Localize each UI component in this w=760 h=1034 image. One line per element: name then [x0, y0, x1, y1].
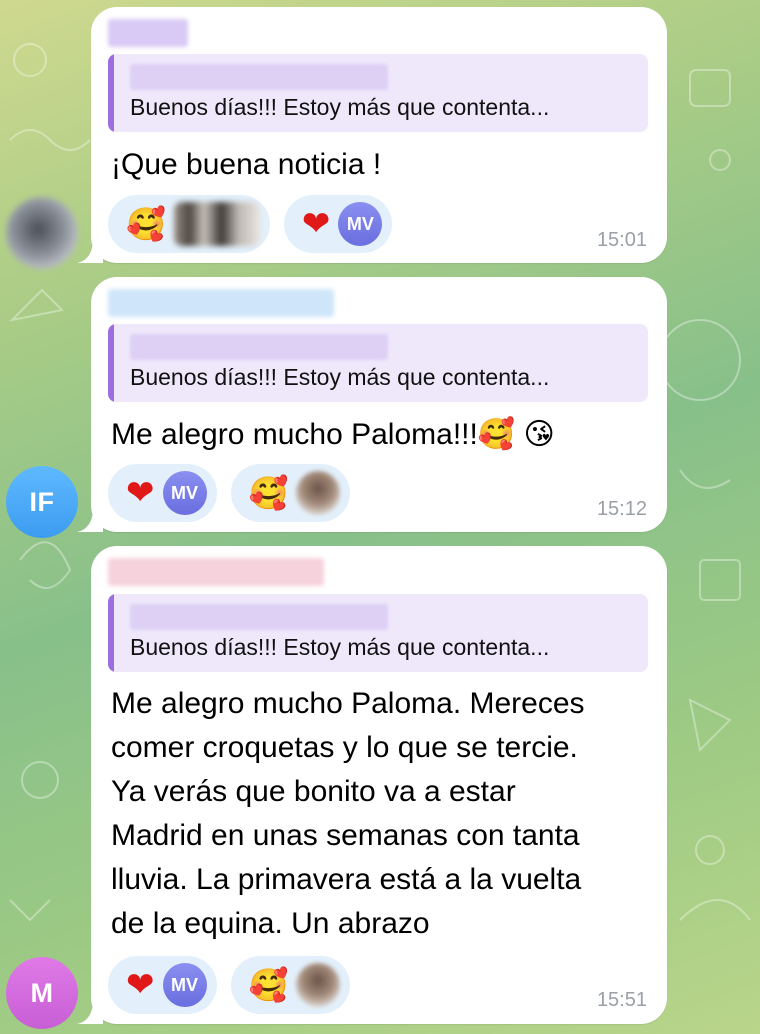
- message-time: 15:12: [596, 498, 647, 520]
- reaction-chip[interactable]: ❤ MV: [283, 195, 393, 253]
- message-line: lluvia. La primavera está a la vuelta: [111, 863, 582, 896]
- bubble-tail: [77, 239, 103, 263]
- sender-avatar-if[interactable]: IF: [6, 466, 78, 538]
- message-line: Ya verás que bonito va a estar: [111, 775, 516, 808]
- heart-icon: ❤: [126, 965, 155, 1005]
- message-text: ¡Que buena noticia !: [111, 148, 382, 181]
- reactor-avatar: MV: [162, 963, 207, 1007]
- reply-preview[interactable]: Buenos días!!! Estoy más que contenta...: [108, 54, 648, 132]
- smiling-hearts-emoji: 🥰: [248, 474, 289, 512]
- reactions-bar: 🥰 ❤ MV: [108, 195, 393, 253]
- reactor-avatar-blurred: [296, 471, 341, 515]
- message-bubble[interactable]: Buenos días!!! Estoy más que contenta...…: [91, 277, 667, 532]
- avatar-initials: M: [30, 977, 54, 1008]
- sender-name-redacted: [108, 19, 188, 47]
- reactions-bar: ❤ MV 🥰: [108, 956, 351, 1014]
- reaction-chip[interactable]: 🥰: [230, 464, 351, 522]
- reaction-chip[interactable]: 🥰: [230, 956, 351, 1014]
- smiling-hearts-emoji: 🥰: [248, 966, 289, 1004]
- reply-quote-text: Buenos días!!! Estoy más que contenta...: [130, 94, 550, 120]
- smiling-hearts-emoji: 🥰: [126, 205, 166, 243]
- reply-preview[interactable]: Buenos días!!! Estoy más que contenta...: [108, 594, 648, 672]
- reply-author-redacted: [130, 64, 388, 90]
- reactor-avatar-blurred: [296, 963, 341, 1007]
- heart-icon: ❤: [126, 473, 155, 513]
- message-bubble[interactable]: Buenos días!!! Estoy más que contenta...…: [91, 546, 667, 1024]
- sender-name-redacted: [108, 558, 324, 586]
- avatar-initials: IF: [29, 486, 55, 517]
- bubble-tail: [77, 1000, 103, 1024]
- message-time: 15:51: [596, 989, 647, 1011]
- reply-author-redacted: [130, 334, 388, 360]
- reactor-avatars-blurred: [173, 202, 260, 246]
- message-line: Madrid en unas semanas con tanta: [111, 819, 580, 852]
- message-text: Me alegro mucho Paloma!!!🥰 😘: [111, 418, 555, 451]
- reply-quote-text: Buenos días!!! Estoy más que contenta...: [130, 364, 550, 390]
- heart-icon: ❤: [301, 204, 331, 244]
- message-text: Me alegro mucho Paloma. Mereces comer cr…: [111, 682, 585, 946]
- sender-name-redacted: [108, 289, 334, 317]
- message-time: 15:01: [596, 229, 647, 251]
- reply-author-redacted: [130, 604, 388, 630]
- sender-avatar-m[interactable]: M: [6, 957, 78, 1029]
- message-line: Me alegro mucho Paloma. Mereces: [111, 687, 585, 720]
- reaction-chip[interactable]: ❤ MV: [108, 956, 217, 1014]
- reaction-chip[interactable]: 🥰: [108, 195, 270, 253]
- sender-avatar-blurred[interactable]: [6, 197, 78, 269]
- reply-preview[interactable]: Buenos días!!! Estoy más que contenta...: [108, 324, 648, 402]
- reply-quote-text: Buenos días!!! Estoy más que contenta...: [130, 634, 550, 660]
- reactions-bar: ❤ MV 🥰: [108, 464, 351, 522]
- message-line: comer croquetas y lo que se tercie.: [111, 731, 578, 764]
- reactor-avatar: MV: [162, 471, 207, 515]
- bubble-tail: [77, 508, 103, 532]
- message-bubble[interactable]: Buenos días!!! Estoy más que contenta...…: [91, 7, 667, 263]
- reaction-chip[interactable]: ❤ MV: [108, 464, 217, 522]
- message-line: de la equina. Un abrazo: [111, 907, 430, 940]
- reactor-avatar: MV: [338, 202, 383, 246]
